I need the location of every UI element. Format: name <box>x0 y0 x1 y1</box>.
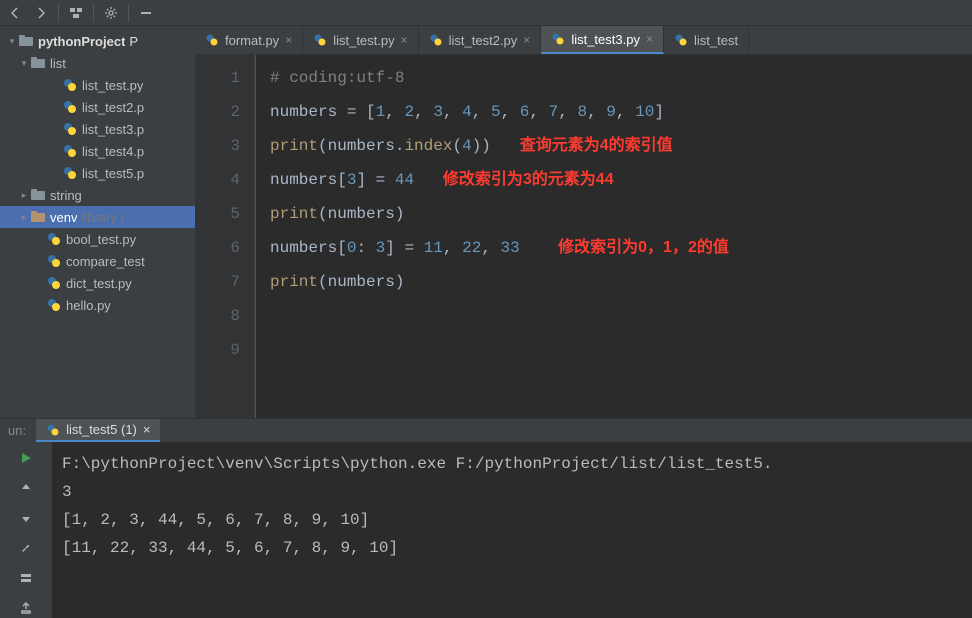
folder-venv[interactable]: ▸ venv library r <box>0 206 195 228</box>
structure-icon[interactable] <box>67 4 85 22</box>
python-file-icon <box>46 231 62 247</box>
python-icon <box>313 33 327 47</box>
python-file-icon <box>62 165 78 181</box>
file-item[interactable]: list_test2.p <box>0 96 195 118</box>
python-file-icon <box>62 121 78 137</box>
close-icon[interactable]: × <box>143 422 151 437</box>
run-toolbar <box>0 442 52 618</box>
python-file-icon <box>62 143 78 159</box>
python-icon <box>46 423 60 437</box>
chevron-right-icon[interactable]: ▸ <box>18 190 30 201</box>
chevron-right-icon[interactable]: ▸ <box>18 212 30 223</box>
project-root-label: pythonProject <box>38 34 125 49</box>
minimize-icon[interactable] <box>137 4 155 22</box>
folder-string[interactable]: ▸ string <box>0 184 195 206</box>
close-icon[interactable]: × <box>523 33 530 47</box>
code-editor[interactable]: 123456789 # coding:utf-8numbers = [1, 2,… <box>195 54 972 418</box>
file-item[interactable]: dict_test.py <box>0 272 195 294</box>
file-item[interactable]: bool_test.py <box>0 228 195 250</box>
folder-list[interactable]: ▾ list <box>0 52 195 74</box>
file-item[interactable]: compare_test <box>0 250 195 272</box>
editor-tab[interactable]: list_test.py× <box>303 26 418 54</box>
python-file-icon <box>46 297 62 313</box>
forward-icon[interactable] <box>32 4 50 22</box>
main-split: ▾ pythonProject P ▾ list list_test.pylis… <box>0 26 972 418</box>
folder-icon <box>30 55 46 71</box>
settings-icon[interactable] <box>102 4 120 22</box>
editor-tab[interactable]: list_test3.py× <box>541 26 664 54</box>
editor-tabs: format.py×list_test.py×list_test2.py×lis… <box>195 26 972 54</box>
editor-tab[interactable]: list_test <box>664 26 749 54</box>
close-icon[interactable]: × <box>285 33 292 47</box>
run-panel-label: un: <box>8 423 26 438</box>
folder-icon <box>30 187 46 203</box>
wrench-icon[interactable] <box>16 538 36 558</box>
separator <box>128 4 129 22</box>
back-icon[interactable] <box>6 4 24 22</box>
file-item[interactable]: list_test4.p <box>0 140 195 162</box>
python-file-icon <box>62 77 78 93</box>
scroll-up-icon[interactable] <box>16 478 36 498</box>
python-icon <box>205 33 219 47</box>
project-root[interactable]: ▾ pythonProject P <box>0 30 195 52</box>
python-icon <box>551 32 565 46</box>
export-icon[interactable] <box>16 598 36 618</box>
file-item[interactable]: list_test5.p <box>0 162 195 184</box>
rerun-icon[interactable] <box>16 448 36 468</box>
run-tabs: un: list_test5 (1) × <box>0 419 972 442</box>
file-item[interactable]: list_test3.p <box>0 118 195 140</box>
folder-icon <box>18 33 34 49</box>
editor-tab[interactable]: list_test2.py× <box>419 26 542 54</box>
run-panel: un: list_test5 (1) × F:\pythonProject\ve… <box>0 418 972 604</box>
editor-tab[interactable]: format.py× <box>195 26 303 54</box>
code-content[interactable]: # coding:utf-8numbers = [1, 2, 3, 4, 5, … <box>255 55 972 418</box>
console-wrap: F:\pythonProject\venv\Scripts\python.exe… <box>0 442 972 618</box>
editor-area: format.py×list_test.py×list_test2.py×lis… <box>195 26 972 418</box>
project-tree[interactable]: ▾ pythonProject P ▾ list list_test.pylis… <box>0 26 195 418</box>
python-file-icon <box>46 275 62 291</box>
python-icon <box>674 33 688 47</box>
folder-icon <box>30 209 46 225</box>
file-item[interactable]: list_test.py <box>0 74 195 96</box>
close-icon[interactable]: × <box>401 33 408 47</box>
project-sidebar: ▾ pythonProject P ▾ list list_test.pylis… <box>0 26 195 418</box>
separator <box>93 4 94 22</box>
separator <box>58 4 59 22</box>
python-file-icon <box>46 253 62 269</box>
file-item[interactable]: hello.py <box>0 294 195 316</box>
console-output[interactable]: F:\pythonProject\venv\Scripts\python.exe… <box>52 442 972 618</box>
layout-icon[interactable] <box>16 568 36 588</box>
python-icon <box>429 33 443 47</box>
python-file-icon <box>62 99 78 115</box>
main-toolbar <box>0 0 972 26</box>
close-icon[interactable]: × <box>646 32 653 46</box>
line-gutter: 123456789 <box>195 55 255 418</box>
chevron-down-icon[interactable]: ▾ <box>18 58 30 69</box>
run-config-tab[interactable]: list_test5 (1) × <box>36 419 160 442</box>
scroll-down-icon[interactable] <box>16 508 36 528</box>
chevron-down-icon[interactable]: ▾ <box>6 36 18 47</box>
